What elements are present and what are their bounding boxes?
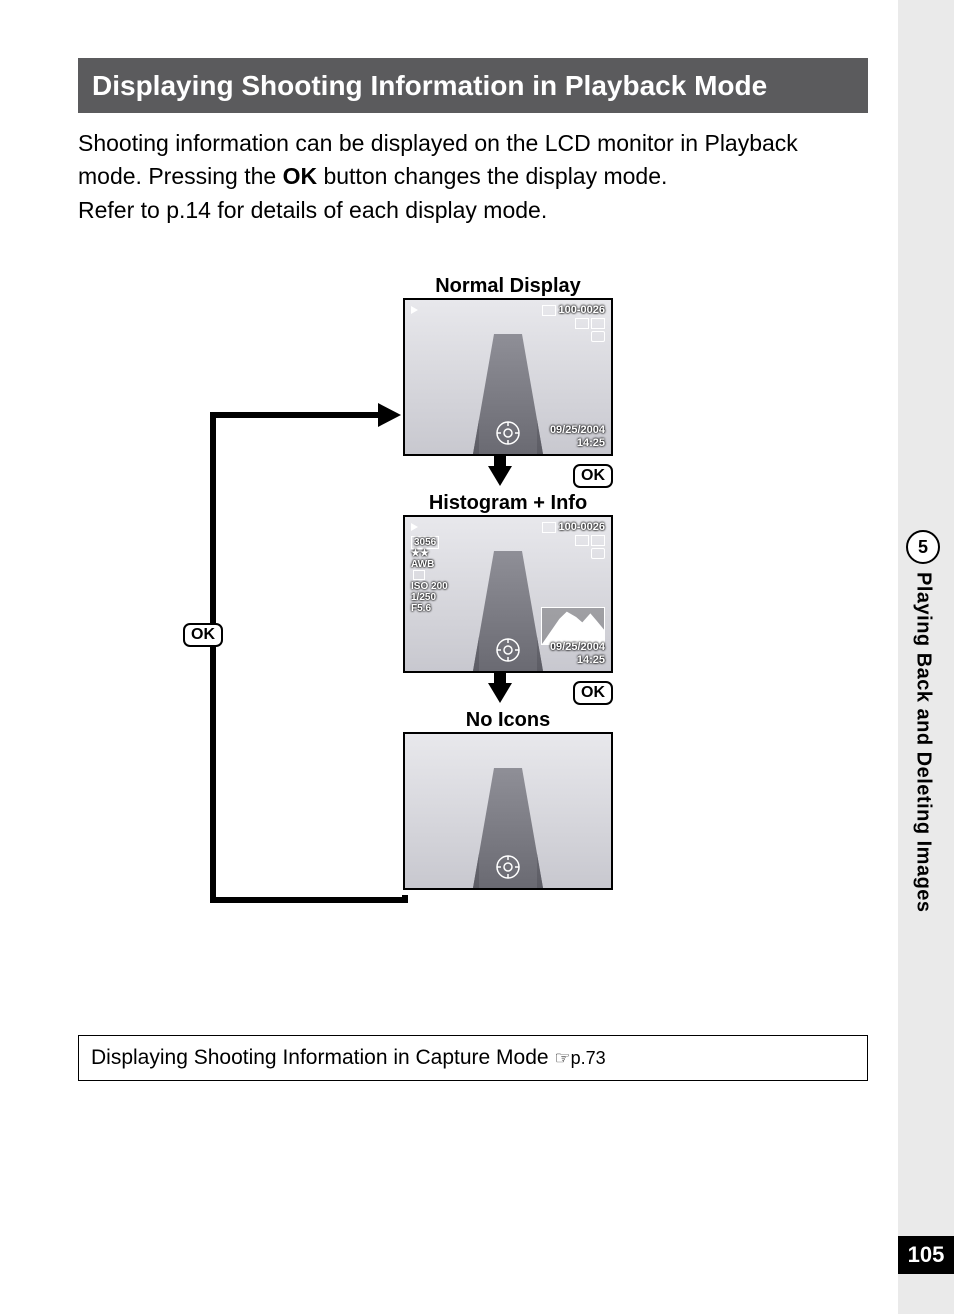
intro-paragraph: Shooting information can be displayed on… [78, 127, 868, 227]
lcd-stack: Normal Display 100-0026 09/25/2004 14:25 [403, 275, 613, 890]
caption-histogram: Histogram + Info [403, 492, 613, 515]
ok-button-label: OK [183, 623, 223, 647]
ok-button-2: OK [573, 681, 613, 705]
content-area: Displaying Shooting Information in Playb… [78, 58, 868, 1081]
lcd-noicons-display [403, 732, 613, 890]
four-way-controller-icon [495, 420, 521, 446]
manual-page: Displaying Shooting Information in Playb… [0, 0, 954, 1314]
shutter-text: 1/250 [411, 592, 436, 603]
histogram-graph [541, 607, 605, 645]
intro-text-c: Refer to p.14 for details of each displa… [78, 197, 547, 223]
chapter-title: Playing Back and Deleting Images [912, 572, 935, 913]
arrow-row-2: OK [403, 681, 613, 705]
playback-icon [411, 304, 420, 316]
card-icon-2 [542, 522, 556, 533]
folder-number: 100-0026 [542, 304, 606, 344]
down-arrow-icon [488, 466, 512, 486]
battery-icon [591, 331, 605, 342]
iso-text: ISO 200 [411, 581, 448, 592]
datetime-overlay-2: 09/25/2004 14:25 [550, 641, 605, 667]
playback-icon-2 [411, 521, 420, 533]
ok-button-left: OK [183, 623, 223, 647]
datetime-overlay: 09/25/2004 14:25 [550, 424, 605, 450]
voice-memo-icon-2 [575, 535, 589, 546]
play-triangle-icon [411, 306, 418, 314]
awb-text: AWB [411, 559, 434, 570]
date-text: 09/25/2004 [550, 424, 605, 436]
intro-text-b: button changes the display mode. [317, 163, 667, 189]
metering-icon [413, 570, 425, 580]
ok-text-inline: OK [283, 163, 318, 189]
display-mode-diagram: OK Normal Display 100-0026 09/25/2004 [153, 275, 793, 995]
page-number: 105 [898, 1236, 954, 1274]
folder-number-2: 100-0026 [542, 521, 606, 561]
shooting-info-left: 3056 ★★ AWB ISO 200 1/250 F5.6 [411, 537, 448, 614]
arrow-row-1: OK [403, 464, 613, 488]
chapter-number: 5 [906, 530, 940, 564]
play-triangle-icon-2 [411, 523, 418, 531]
quality-stars: ★★ [411, 548, 429, 559]
date-text-2: 09/25/2004 [550, 641, 605, 653]
four-way-controller-icon-2 [495, 637, 521, 663]
protect-icon [591, 318, 605, 329]
folder-text: 100-0026 [559, 304, 606, 316]
four-way-controller-icon-3 [495, 854, 521, 880]
lcd-histogram-display: 100-0026 3056 ★★ AWB ISO 200 1/250 F5.6 [403, 515, 613, 673]
caption-normal: Normal Display [403, 275, 613, 298]
lcd-normal-display: 100-0026 09/25/2004 14:25 [403, 298, 613, 456]
voice-memo-icon [575, 318, 589, 329]
caption-noicons: No Icons [403, 709, 613, 732]
ok-button-1: OK [573, 464, 613, 488]
folder-text-2: 100-0026 [559, 521, 606, 533]
card-icon [542, 305, 556, 316]
down-arrow-icon-2 [488, 683, 512, 703]
cross-reference-box: Displaying Shooting Information in Captu… [78, 1035, 868, 1081]
crossref-page: ☞p.73 [554, 1048, 605, 1068]
aperture-text: F5.6 [411, 603, 431, 614]
battery-icon-2 [591, 548, 605, 559]
time-text-2: 14:25 [577, 654, 605, 666]
section-heading: Displaying Shooting Information in Playb… [78, 58, 868, 113]
protect-icon-2 [591, 535, 605, 546]
time-text: 14:25 [577, 437, 605, 449]
crossref-text: Displaying Shooting Information in Captu… [91, 1046, 554, 1069]
histogram-shape [542, 608, 604, 644]
chapter-tab: 5 Playing Back and Deleting Images [906, 530, 940, 913]
